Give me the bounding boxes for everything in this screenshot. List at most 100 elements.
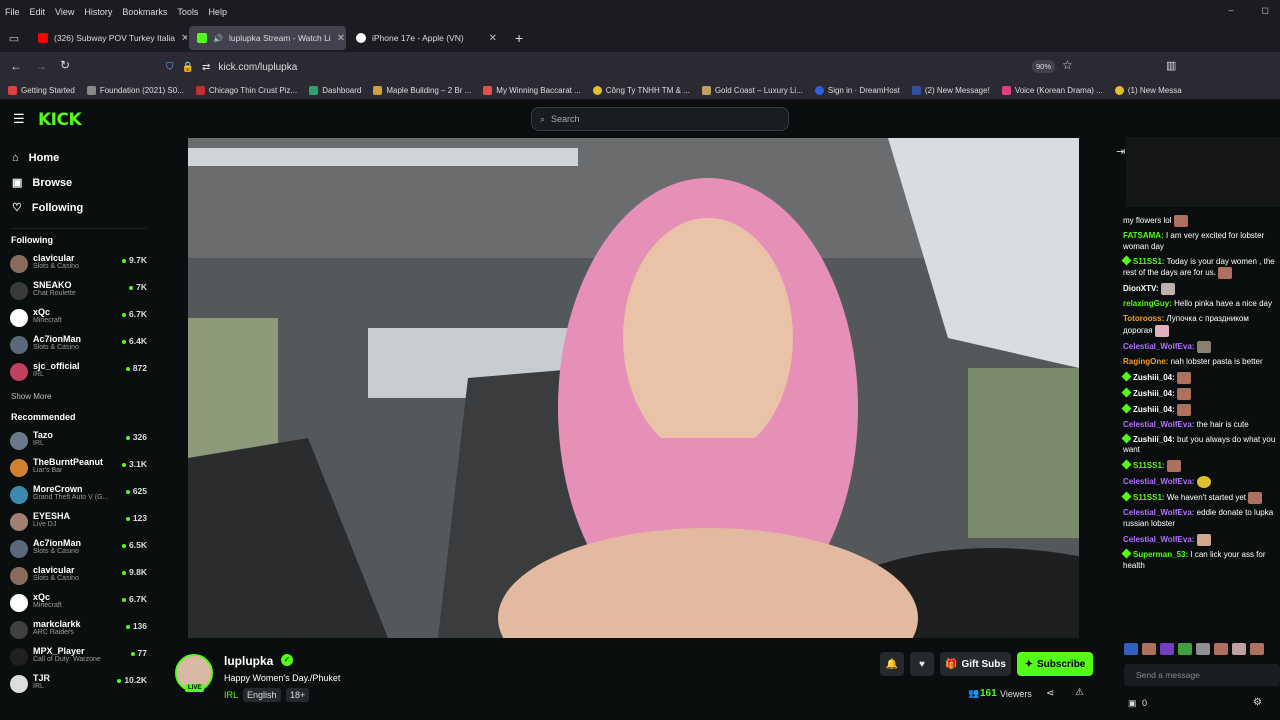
nav-home[interactable]: ⌂ Home xyxy=(0,145,157,170)
search-input[interactable]: ⌕ Search xyxy=(531,107,789,131)
menu-view[interactable]: View xyxy=(50,7,79,17)
bookmark-item[interactable]: My Winning Baccarat ... xyxy=(483,86,581,95)
chat-username[interactable]: Celestial_WolfEva: xyxy=(1123,420,1194,429)
chat-username[interactable]: Superman_53: xyxy=(1133,550,1188,559)
streamer-name[interactable]: luplupka xyxy=(224,654,273,668)
subscribe-button[interactable]: ✦ Subscribe xyxy=(1017,652,1093,676)
chat-username[interactable]: relaxingGuy: xyxy=(1123,299,1172,308)
tab-youtube[interactable]: (326) Subway POV Turkey Italia ✕ xyxy=(30,26,187,50)
emote-icon[interactable] xyxy=(1124,643,1138,655)
url-text[interactable]: kick.com/luplupka xyxy=(218,62,297,73)
channel-item[interactable]: clavicular Slots & Casino 9.8K xyxy=(0,563,157,590)
bookmark-item[interactable]: Dashboard xyxy=(309,86,361,95)
nav-following[interactable]: ♡ Following xyxy=(0,195,157,220)
channel-item[interactable]: xQc Minecraft 6.7K xyxy=(0,590,157,617)
new-tab-icon[interactable]: + xyxy=(515,30,523,46)
lock-icon[interactable]: 🔒 xyxy=(182,62,194,73)
close-icon[interactable]: ✕ xyxy=(181,33,187,44)
emote-icon[interactable] xyxy=(1232,643,1246,655)
bookmark-item[interactable]: (1) New Messa xyxy=(1114,86,1182,95)
channel-item[interactable]: TJR IRL 10.2K xyxy=(0,671,157,698)
menu-edit[interactable]: Edit xyxy=(25,7,51,17)
bookmark-item[interactable]: Voice (Korean Drama) ... xyxy=(1001,86,1103,95)
sidebar-icon[interactable]: ▥ xyxy=(1166,59,1176,72)
tab-apple[interactable]: iPhone 17e - Apple (VN) ✕ xyxy=(348,26,505,50)
bookmark-item[interactable]: Maple Building – 2 Br ... xyxy=(373,86,471,95)
chat-username[interactable]: Celestial_WolfEva: xyxy=(1123,477,1194,486)
emote-icon[interactable] xyxy=(1214,643,1228,655)
emote-icon[interactable] xyxy=(1178,643,1192,655)
menu-bookmarks[interactable]: Bookmarks xyxy=(117,7,172,17)
video-player[interactable] xyxy=(188,138,1079,638)
share-icon[interactable]: ⋖ xyxy=(1046,688,1054,699)
channel-item[interactable]: MoreCrown Grand Theft Auto V (G... 625 xyxy=(0,482,157,509)
channel-item[interactable]: Tazo IRL 326 xyxy=(0,428,157,455)
minimize-icon[interactable]: – xyxy=(1224,5,1239,16)
bookmark-item[interactable]: Getting Started xyxy=(8,86,75,95)
chat-username[interactable]: S11SS1: xyxy=(1133,257,1165,266)
menu-history[interactable]: History xyxy=(79,7,117,17)
maximize-icon[interactable]: ◻ xyxy=(1257,5,1274,16)
kick-logo[interactable]: KICK xyxy=(38,110,82,130)
tag-age[interactable]: 18+ xyxy=(286,688,310,702)
menu-tools[interactable]: Tools xyxy=(172,7,203,17)
reload-icon[interactable]: ↻ xyxy=(60,58,70,72)
close-icon[interactable]: ✕ xyxy=(489,33,497,44)
channel-item[interactable]: xQc Minecraft 6.7K xyxy=(0,305,157,332)
chat-username[interactable]: Zushiii_04: xyxy=(1133,389,1175,398)
chat-username[interactable]: DionXTV: xyxy=(1123,285,1159,294)
emote-icon[interactable] xyxy=(1250,643,1264,655)
url-bar[interactable]: ⛉ 🔒 ⇄ kick.com/luplupka 90% ☆ xyxy=(160,55,1080,79)
follow-button[interactable]: ♥ xyxy=(910,652,934,676)
tab-list-icon[interactable]: ▭ xyxy=(0,32,28,45)
chat-username[interactable]: FATSAMA: xyxy=(1123,231,1164,240)
chat-input[interactable]: Send a message xyxy=(1124,664,1280,686)
bookmark-item[interactable]: Foundation (2021) S0... xyxy=(86,86,184,95)
menu-file[interactable]: File xyxy=(0,7,25,17)
show-more-link[interactable]: Show More xyxy=(0,386,157,408)
forward-icon[interactable]: → xyxy=(35,59,47,73)
channel-item[interactable]: MPX_Player Call of Duty: Warzone 77 xyxy=(0,644,157,671)
chat-username[interactable]: Celestial_WolfEva: xyxy=(1123,508,1194,517)
report-icon[interactable]: ⚠ xyxy=(1075,687,1084,698)
bookmark-item[interactable]: Chicago Thin Crust Piz... xyxy=(195,86,297,95)
channel-item[interactable]: Ac7ionMan Slots & Casino 6.4K xyxy=(0,332,157,359)
chat-username[interactable]: S11SS1: xyxy=(1133,493,1165,502)
notification-button[interactable]: 🔔 xyxy=(880,652,904,676)
speaker-icon[interactable]: 🔊 xyxy=(213,34,223,43)
chat-username[interactable]: Zushiii_04: xyxy=(1133,435,1175,444)
channel-item[interactable]: sjc_official IRL 872 xyxy=(0,359,157,386)
bookmark-item[interactable]: Sign in · DreamHost xyxy=(814,86,900,95)
hamburger-icon[interactable]: ☰ xyxy=(13,111,25,127)
chat-username[interactable]: Zushiii_04: xyxy=(1133,405,1175,414)
points-icon[interactable]: ▣ xyxy=(1128,698,1137,709)
gift-subs-button[interactable]: 🎁 Gift Subs xyxy=(940,652,1011,676)
channel-item[interactable]: TheBurntPeanut Liar's Bar 3.1K xyxy=(0,455,157,482)
emote-icon[interactable] xyxy=(1196,643,1210,655)
tag-language[interactable]: English xyxy=(243,688,281,702)
nav-browse[interactable]: ▣ Browse xyxy=(0,170,157,195)
back-icon[interactable]: ← xyxy=(10,59,22,73)
star-icon[interactable]: ☆ xyxy=(1062,58,1073,72)
bookmark-item[interactable]: Công Ty TNHH TM & ... xyxy=(592,86,690,95)
bookmark-item[interactable]: Gold Coast – Luxury Li... xyxy=(701,86,803,95)
emote-icon[interactable] xyxy=(1142,643,1156,655)
permissions-icon[interactable]: ⇄ xyxy=(202,62,210,73)
bookmark-item[interactable]: (2) New Message! xyxy=(911,86,990,95)
chat-username[interactable]: RagingOne: xyxy=(1123,357,1168,366)
chat-username[interactable]: Celestial_WolfEva: xyxy=(1123,535,1194,544)
chat-username[interactable]: S11SS1: xyxy=(1133,461,1165,470)
menu-help[interactable]: Help xyxy=(203,7,232,17)
channel-item[interactable]: EYESHA Live DJ 123 xyxy=(0,509,157,536)
collapse-chat-icon[interactable]: ⇥ xyxy=(1116,145,1125,158)
channel-item[interactable]: Ac7ionMan Slots & Casino 6.5K xyxy=(0,536,157,563)
chat-username[interactable]: Zushiii_04: xyxy=(1133,373,1175,382)
settings-icon[interactable]: ⚙ xyxy=(1253,697,1262,708)
close-icon[interactable]: ✕ xyxy=(337,33,345,44)
channel-item[interactable]: markclarkk ARC Raiders 136 xyxy=(0,617,157,644)
channel-item[interactable]: SNEAKO Chat Roulette 7K xyxy=(0,278,157,305)
channel-item[interactable]: clavicular Slots & Casino 9.7K xyxy=(0,251,157,278)
tab-kick[interactable]: 🔊 luplupka Stream - Watch Li ✕ xyxy=(189,26,346,50)
shield-icon[interactable]: ⛉ xyxy=(166,62,174,73)
category-link[interactable]: IRL xyxy=(224,690,238,700)
